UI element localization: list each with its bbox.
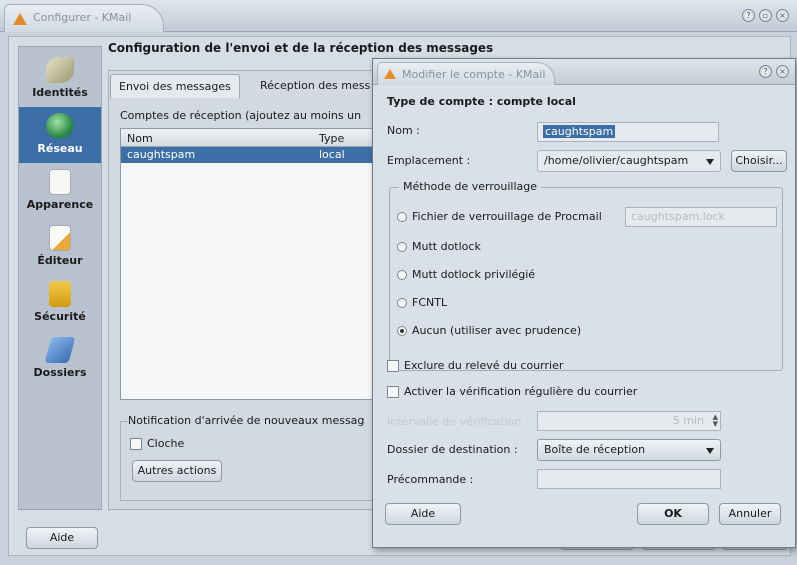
radio-label: FCNTL xyxy=(412,296,448,309)
check-interval-value: 5 min xyxy=(672,414,704,427)
exclude-checkbox[interactable] xyxy=(387,360,399,372)
location-combobox[interactable]: /home/olivier/caughtspam xyxy=(537,150,721,172)
precommand-label: Précommande : xyxy=(387,473,474,486)
sidebar-item-label: Identités xyxy=(32,86,88,99)
security-lock-icon xyxy=(49,281,71,307)
sidebar-item-dossiers[interactable]: Dossiers xyxy=(19,331,101,387)
periodic-check-checkbox-row[interactable]: Activer la vérification régulière du cou… xyxy=(387,385,637,398)
column-header-nom[interactable]: Nom xyxy=(127,132,153,145)
ok-button[interactable]: OK xyxy=(637,503,709,525)
check-interval-spinbox: 5 min ▲ ▼ xyxy=(537,411,721,431)
locking-method-title: Méthode de verrouillage xyxy=(399,180,542,193)
sidebar-item-reseau[interactable]: Réseau xyxy=(19,107,101,163)
radio-none[interactable]: Aucun (utiliser avec prudence) xyxy=(397,324,581,337)
cloche-label: Cloche xyxy=(147,437,185,450)
sidebar-item-identites[interactable]: Identités xyxy=(19,51,101,107)
radio-fcntl[interactable]: FCNTL xyxy=(397,296,447,309)
help-icon[interactable]: ? xyxy=(742,9,755,22)
table-row[interactable]: caughtspam local xyxy=(121,147,375,163)
accounts-table: Nom Type caughtspam local xyxy=(120,128,376,400)
close-icon[interactable]: × xyxy=(776,65,789,78)
procmail-lockfile-value: caughtspam.lock xyxy=(631,210,725,223)
cloche-checkbox[interactable] xyxy=(130,438,142,450)
help-icon[interactable]: ? xyxy=(759,65,772,78)
dest-folder-label: Dossier de destination : xyxy=(387,443,518,456)
radio-label: Aucun (utiliser avec prudence) xyxy=(412,324,582,337)
chevron-down-icon[interactable] xyxy=(706,448,714,454)
radio-button[interactable] xyxy=(397,270,407,280)
main-window-title-tab: Configurer - KMail xyxy=(4,4,164,32)
notification-label: Notification d'arrivée de nouveaux messa… xyxy=(128,414,378,427)
other-actions-button[interactable]: Autres actions xyxy=(132,460,222,482)
dialog-window-controls: ? × xyxy=(759,65,789,78)
cloche-checkbox-row[interactable]: Cloche xyxy=(130,437,184,450)
account-type-cell: local xyxy=(319,148,345,161)
kmail-app-icon xyxy=(13,13,27,25)
radio-button[interactable] xyxy=(397,212,407,222)
account-type-heading: Type de compte : compte local xyxy=(387,95,576,108)
sidebar-item-label: Réseau xyxy=(37,142,83,155)
radio-label: Mutt dotlock xyxy=(412,240,481,253)
radio-label: Fichier de verrouillage de Procmail xyxy=(412,210,602,223)
location-value: /home/olivier/caughtspam xyxy=(544,154,689,167)
page-title: Configuration de l'envoi et de la récept… xyxy=(108,41,494,55)
main-window-controls: ? ▫ × xyxy=(742,9,789,22)
sidebar-item-label: Éditeur xyxy=(37,254,83,267)
dialog-titlebar: Modifier le compte - KMail ? × xyxy=(373,59,795,85)
periodic-check-checkbox[interactable] xyxy=(387,386,399,398)
chevron-down-icon[interactable] xyxy=(706,159,714,165)
name-label: Nom : xyxy=(387,124,420,137)
main-titlebar: Configurer - KMail ? ▫ × xyxy=(0,0,797,32)
table-header: Nom Type xyxy=(121,129,375,147)
dialog-title: Modifier le compte - KMail xyxy=(402,68,546,81)
appearance-icon xyxy=(49,169,71,195)
periodic-check-label: Activer la vérification régulière du cou… xyxy=(404,385,638,398)
cancel-button[interactable]: Annuler xyxy=(719,503,781,525)
edit-account-dialog: Modifier le compte - KMail ? × Type de c… xyxy=(372,58,796,548)
sidebar-item-label: Dossiers xyxy=(33,366,87,379)
network-icon xyxy=(46,113,74,139)
location-label: Emplacement : xyxy=(387,154,471,167)
radio-button[interactable] xyxy=(397,242,407,252)
main-help-button[interactable]: Aide xyxy=(26,527,98,549)
dialog-help-button[interactable]: Aide xyxy=(385,503,461,525)
exclude-label: Exclure du relevé du courrier xyxy=(404,359,564,372)
main-window-title: Configurer - KMail xyxy=(33,11,132,24)
precommand-input[interactable] xyxy=(537,469,721,489)
radio-label: Mutt dotlock privilégié xyxy=(412,268,536,281)
close-icon[interactable]: × xyxy=(776,9,789,22)
sidebar-item-securite[interactable]: Sécurité xyxy=(19,275,101,331)
radio-button[interactable] xyxy=(397,326,407,336)
name-input-value: caughtspam xyxy=(543,125,616,138)
radio-procmail[interactable]: Fichier de verrouillage de Procmail xyxy=(397,210,602,223)
accounts-label: Comptes de réception (ajoutez au moins u… xyxy=(120,109,362,122)
exclude-checkbox-row[interactable]: Exclure du relevé du courrier xyxy=(387,359,563,372)
dialog-content: Type de compte : compte local Nom : caug… xyxy=(379,89,789,543)
radio-mutt-dotlock-privileged[interactable]: Mutt dotlock privilégié xyxy=(397,268,535,281)
sidebar: Identités Réseau Apparence Éditeur Sécur… xyxy=(18,46,102,510)
sidebar-item-editeur[interactable]: Éditeur xyxy=(19,219,101,275)
kmail-app-icon xyxy=(384,69,396,79)
sidebar-item-apparence[interactable]: Apparence xyxy=(19,163,101,219)
sidebar-item-label: Apparence xyxy=(26,198,94,211)
spin-arrows-icon: ▲ ▼ xyxy=(712,413,718,428)
tab-reception[interactable]: Réception des mess xyxy=(252,74,372,98)
maximize-icon[interactable]: ▫ xyxy=(759,9,772,22)
dialog-title-tab: Modifier le compte - KMail xyxy=(377,62,555,85)
dest-folder-value: Boîte de réception xyxy=(544,443,646,456)
name-input[interactable]: caughtspam xyxy=(537,122,719,142)
dest-folder-combobox[interactable]: Boîte de réception xyxy=(537,439,721,461)
editor-icon xyxy=(49,225,71,251)
check-interval-label: Intervalle de vérification : xyxy=(387,415,529,428)
account-name-cell: caughtspam xyxy=(127,148,196,161)
folders-icon xyxy=(44,337,76,363)
procmail-lockfile-combobox: caughtspam.lock xyxy=(625,207,777,227)
identity-icon xyxy=(46,57,74,83)
column-header-type[interactable]: Type xyxy=(319,132,344,145)
choose-button[interactable]: Choisir... xyxy=(731,150,787,172)
radio-button[interactable] xyxy=(397,298,407,308)
radio-mutt-dotlock[interactable]: Mutt dotlock xyxy=(397,240,481,253)
tab-envoi[interactable]: Envoi des messages xyxy=(110,74,240,98)
sidebar-item-label: Sécurité xyxy=(34,310,86,323)
